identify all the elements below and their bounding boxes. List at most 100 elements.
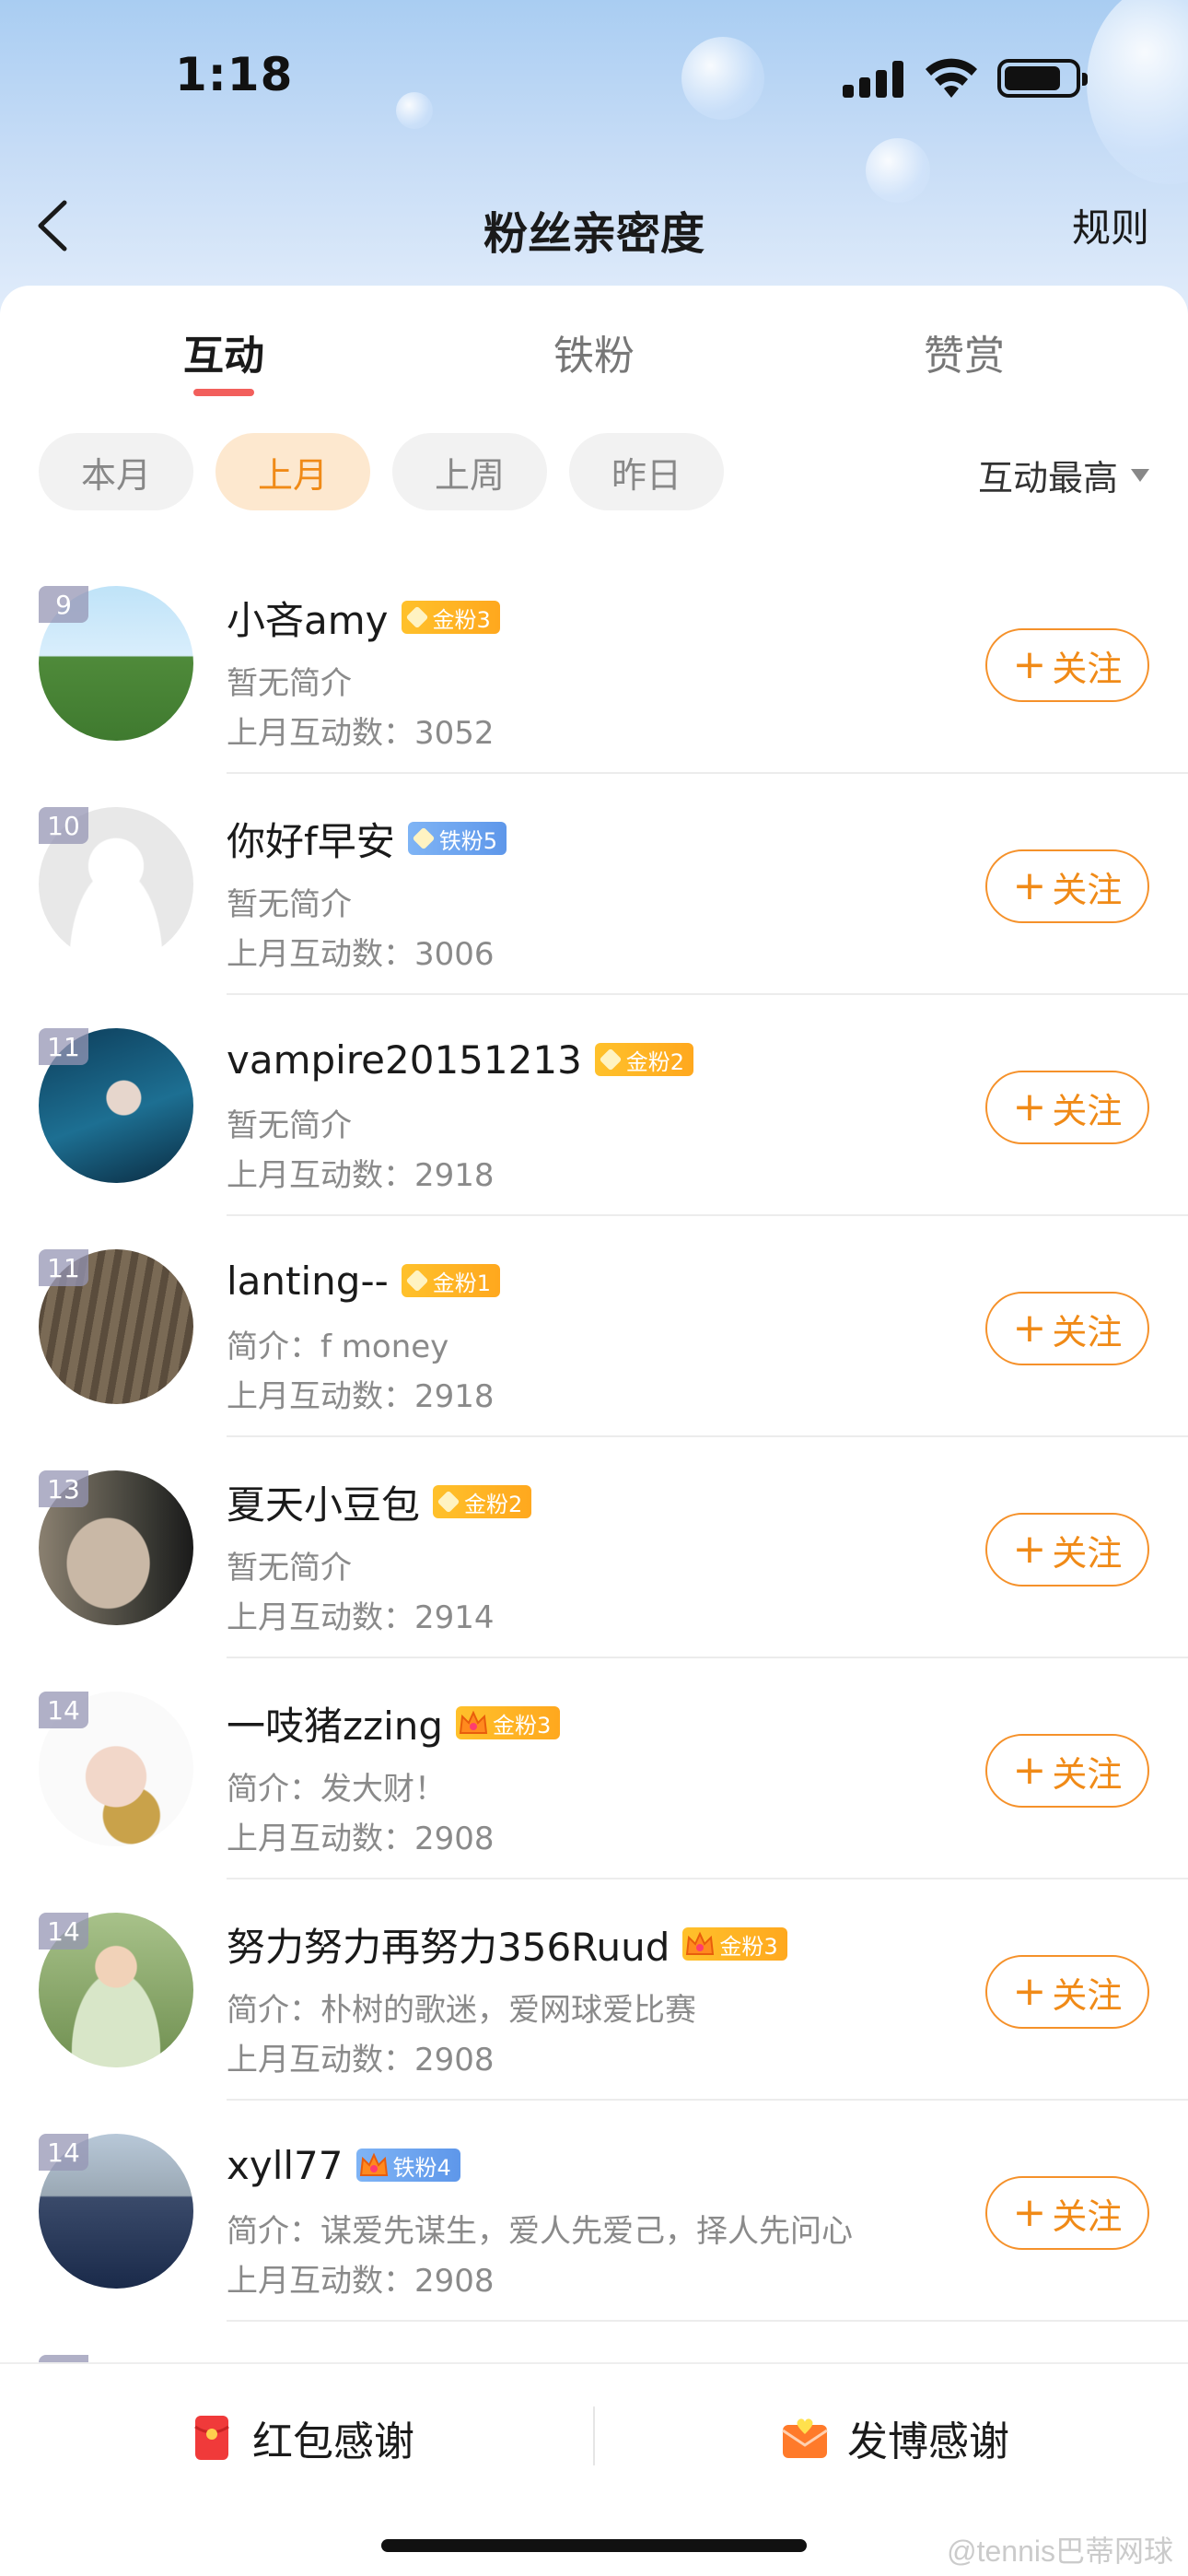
list-item[interactable]: 14 努力努力再努力356Ruud 金粉3 简介：朴树的歌迷，爱网球爱比赛 上月互动数：… [0, 1879, 1188, 2101]
rules-link[interactable]: 规则 [1072, 197, 1149, 253]
interaction-count: 上月互动数：3052 [227, 715, 495, 752]
fan-name[interactable]: 努力努力再努力356Ruud [227, 1916, 670, 1973]
fan-name[interactable]: 夏天小豆包 [227, 1474, 420, 1530]
name-line: 夏天小豆包 金粉2 [227, 1474, 532, 1530]
interaction-count: 上月互动数：2918 [227, 1378, 495, 1415]
list-item[interactable]: 10 你好f早安 铁粉5 暂无简介 上月互动数：3006 + 关注 [0, 774, 1188, 995]
post-thanks-button[interactable]: 发博感谢 [781, 2401, 1009, 2475]
sort-label: 互动最高 [977, 458, 1118, 498]
filter-last-week[interactable]: 上周 [392, 433, 547, 510]
list-item[interactable]: 13 夏天小豆包 金粉2 暂无简介上月互动数：2914 + 关注 [0, 1437, 1188, 1658]
name-line: lanting-- 金粉1 [227, 1253, 501, 1308]
red-packet-label: 红包感谢 [252, 2418, 414, 2465]
plus-icon: + [1012, 1305, 1047, 1352]
page-title: 粉丝亲密度 [483, 208, 705, 260]
fan-name[interactable]: xyll77 [227, 2143, 344, 2188]
fan-level-badge: 金粉2 [433, 1485, 532, 1518]
tab-interaction[interactable]: 互动 [113, 322, 334, 381]
fan-bio: 简介：f money [227, 1329, 449, 1365]
navigation-bar: 粉丝亲密度 规则 [0, 175, 1188, 276]
wifi-icon [926, 58, 977, 98]
watermark: @tennis巴蒂网球 [947, 2535, 1173, 2568]
rank-badge: 11 [39, 1028, 88, 1065]
fan-level-badge: 金粉3 [456, 1706, 561, 1739]
crown-icon [459, 1710, 488, 1734]
gem-icon [412, 826, 436, 850]
badge-label: 金粉2 [464, 1491, 523, 1517]
list-item[interactable]: 11 lanting-- 金粉1 简介：f money 上月互动数：2918 + 关注 [0, 1216, 1188, 1437]
follow-button[interactable]: + 关注 [985, 1071, 1149, 1144]
post-thanks-label: 发博感谢 [847, 2418, 1009, 2465]
filter-this-month[interactable]: 本月 [39, 433, 193, 510]
filter-last-month[interactable]: 上月 [215, 433, 370, 510]
fan-name[interactable]: lanting-- [227, 1259, 389, 1304]
badge-label: 金粉3 [493, 1712, 552, 1739]
follow-button[interactable]: + 关注 [985, 2176, 1149, 2250]
home-indicator[interactable] [381, 2539, 807, 2552]
name-line: 小吝amy 金粉3 [227, 590, 500, 645]
follow-button[interactable]: + 关注 [985, 1292, 1149, 1365]
follow-label: 关注 [1052, 2195, 1123, 2237]
fan-bio: 简介：发大财！ [227, 1771, 446, 1808]
follow-label: 关注 [1052, 1532, 1123, 1574]
rank-badge: 9 [39, 586, 88, 623]
tab-iron-fans[interactable]: 铁粉 [483, 322, 705, 381]
fan-level-badge: 金粉1 [401, 1264, 501, 1297]
follow-label: 关注 [1052, 1090, 1123, 1131]
follow-label: 关注 [1052, 1311, 1123, 1352]
fan-level-badge: 金粉2 [594, 1043, 694, 1076]
sort-dropdown[interactable]: 互动最高 [978, 450, 1149, 500]
interaction-count: 上月互动数：2914 [227, 1599, 495, 1636]
fan-level-badge: 金粉3 [401, 601, 500, 634]
fan-bio: 简介：朴树的歌迷，爱网球爱比赛 [227, 1992, 696, 2029]
fan-bio: 暂无简介 [227, 1550, 352, 1587]
follow-button[interactable]: + 关注 [985, 1955, 1149, 2029]
fan-bio: 暂无简介 [227, 665, 352, 702]
list-item[interactable]: 11 vampire20151213 金粉2 暂无简介 上月互动数：2918 + 关注 [0, 995, 1188, 1216]
period-filter-bar: 本月 上月 上周 昨日 互动最高 [0, 433, 1188, 516]
name-line: xyll77 铁粉4 [227, 2137, 460, 2193]
caret-down-icon [1131, 468, 1149, 482]
fan-bio: 简介：谋爱先谋生，爱人先爱己，择人先问心 [227, 2213, 853, 2250]
interaction-count: 上月互动数：2908 [227, 2042, 495, 2078]
name-line: 努力努力再努力356Ruud 金粉3 [227, 1916, 787, 1972]
follow-label: 关注 [1052, 648, 1123, 689]
plus-icon: + [1012, 862, 1047, 909]
crown-icon [359, 2152, 388, 2176]
cellular-signal-icon [843, 61, 905, 98]
battery-icon [997, 59, 1088, 98]
plus-icon: + [1012, 1968, 1047, 2015]
fan-name[interactable]: 你好f早安 [227, 811, 395, 867]
interaction-count: 上月互动数：2918 [227, 1157, 495, 1194]
list-item[interactable]: 14 xyll77 铁粉4 简介：谋爱先谋生，爱人先爱己，择人先问心 上月互动数：290… [0, 2101, 1188, 2322]
status-time: 1:18 [175, 48, 294, 101]
rank-badge: 11 [39, 1249, 88, 1286]
filter-yesterday[interactable]: 昨日 [569, 433, 724, 510]
rank-badge: 14 [39, 2134, 88, 2171]
fan-name[interactable]: 小吝amy [227, 590, 389, 646]
interaction-count: 上月互动数：2908 [227, 1821, 495, 1857]
fan-level-badge: 铁粉4 [355, 2149, 460, 2182]
follow-button[interactable]: + 关注 [985, 1734, 1149, 1808]
plus-icon: + [1012, 1747, 1047, 1794]
tab-rewards[interactable]: 赞赏 [854, 322, 1075, 381]
fan-name[interactable]: vampire20151213 [227, 1037, 582, 1083]
plus-icon: + [1012, 1526, 1047, 1573]
plus-icon: + [1012, 2189, 1047, 2236]
rank-badge: 13 [39, 1470, 88, 1507]
list-item[interactable]: 9 小吝amy 金粉3 暂无简介上月互动数：3052 + 关注 [0, 553, 1188, 774]
list-item[interactable]: 14 一吱猪zzing 金粉3 简介：发大财！ 上月互动数：2908 + 关注 [0, 1658, 1188, 1879]
follow-button[interactable]: + 关注 [985, 849, 1149, 923]
name-line: 一吱猪zzing 金粉3 [227, 1695, 561, 1751]
red-packet-thanks-button[interactable]: 红包感谢 [193, 2401, 414, 2475]
rank-badge: 14 [39, 1913, 88, 1950]
content-sheet: 互动 铁粉 赞赏 本月 上月 上周 昨日 互动最高 9 小吝amy 金粉3 暂无简介上… [0, 286, 1188, 2576]
follow-label: 关注 [1052, 1974, 1123, 2016]
plus-icon: + [1012, 1083, 1047, 1130]
fan-level-badge: 铁粉5 [407, 822, 507, 855]
name-line: 你好f早安 铁粉5 [227, 811, 507, 866]
follow-button[interactable]: + 关注 [985, 1513, 1149, 1587]
envelope-heart-icon [782, 2418, 828, 2458]
follow-button[interactable]: + 关注 [985, 628, 1149, 702]
fan-name[interactable]: 一吱猪zzing [227, 1695, 443, 1751]
